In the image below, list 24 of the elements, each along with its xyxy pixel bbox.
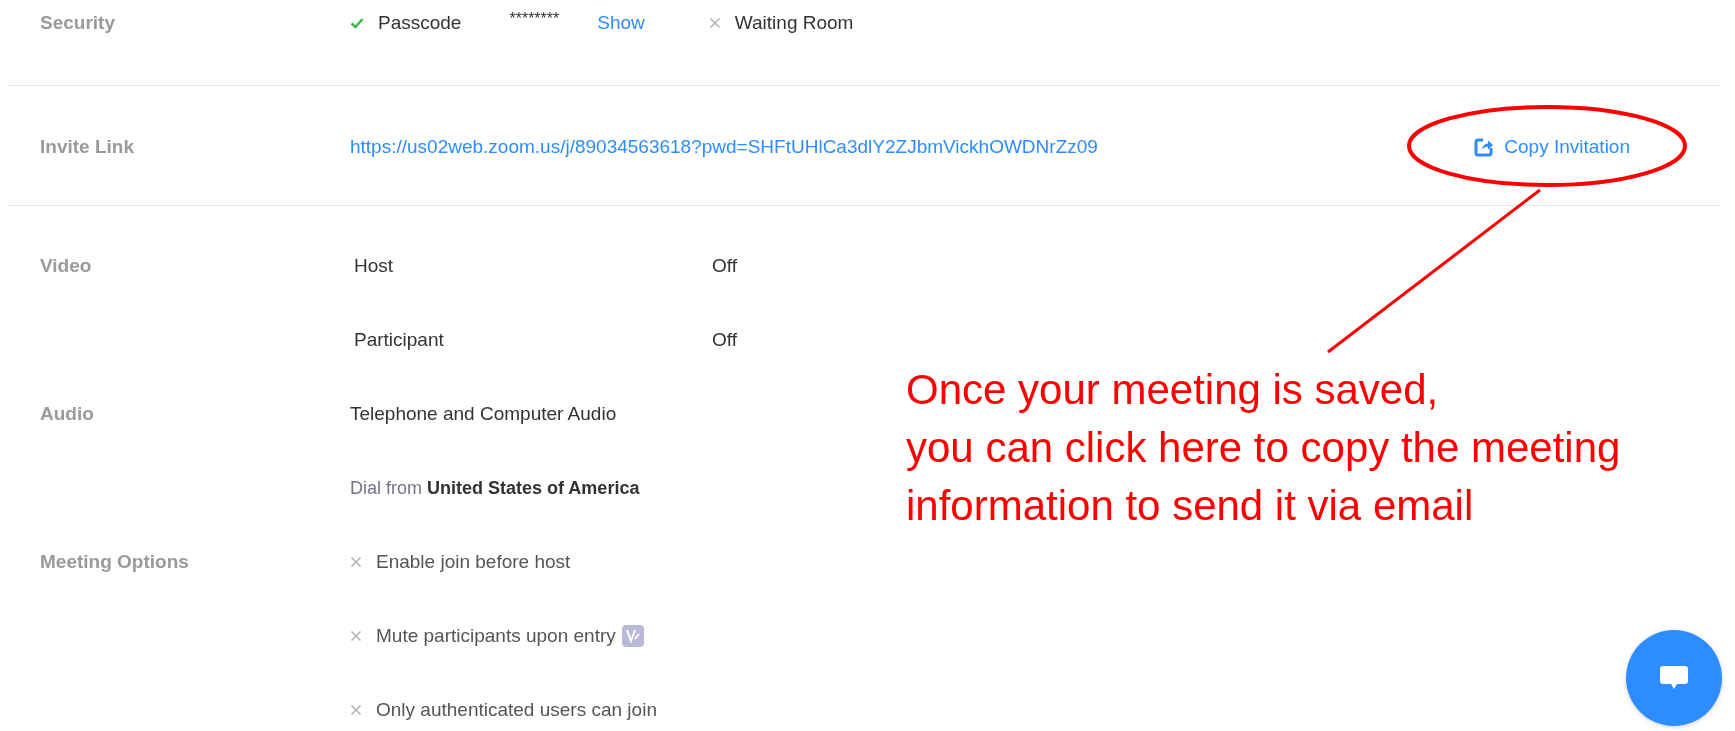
setting-name: Host xyxy=(354,254,395,278)
field-label: Audio xyxy=(39,402,95,426)
setting-value: Off xyxy=(712,328,737,352)
field-label: Invite Link xyxy=(39,135,135,159)
annotation-text: Once your meeting is saved, you can click here to copy the meeting information to send it via email xyxy=(906,365,1621,531)
passcode-value: ******** xyxy=(509,9,560,29)
option-label: Only authenticated users can join xyxy=(376,698,657,722)
chat-button[interactable] xyxy=(1626,630,1722,726)
badge-icon xyxy=(621,625,644,647)
dial-from-text: Dial from United States of America xyxy=(350,477,640,500)
copy-invitation-link[interactable]: Copy Invitation xyxy=(1474,133,1630,161)
field-label: Video xyxy=(39,254,93,278)
invite-link[interactable]: https://us02web.zoom.us/j/89034563618?pwd=SHFtUHlCa3dlY2ZJbmVickhOWDNrZz09 xyxy=(350,133,1098,161)
field-label: Meeting Options xyxy=(39,550,190,574)
option-label: Enable join before host xyxy=(376,550,571,574)
option-label: Mute participants upon entry xyxy=(376,624,616,648)
show-link[interactable]: Show xyxy=(597,9,645,37)
audio-type: Telephone and Computer Audio xyxy=(350,402,617,426)
option-label: Waiting Room xyxy=(734,11,854,35)
setting-value: Off xyxy=(712,254,737,278)
option-label: Passcode xyxy=(378,11,462,35)
share-icon xyxy=(1474,137,1495,157)
setting-name: Participant xyxy=(354,328,445,352)
field-label: Security xyxy=(39,11,116,35)
